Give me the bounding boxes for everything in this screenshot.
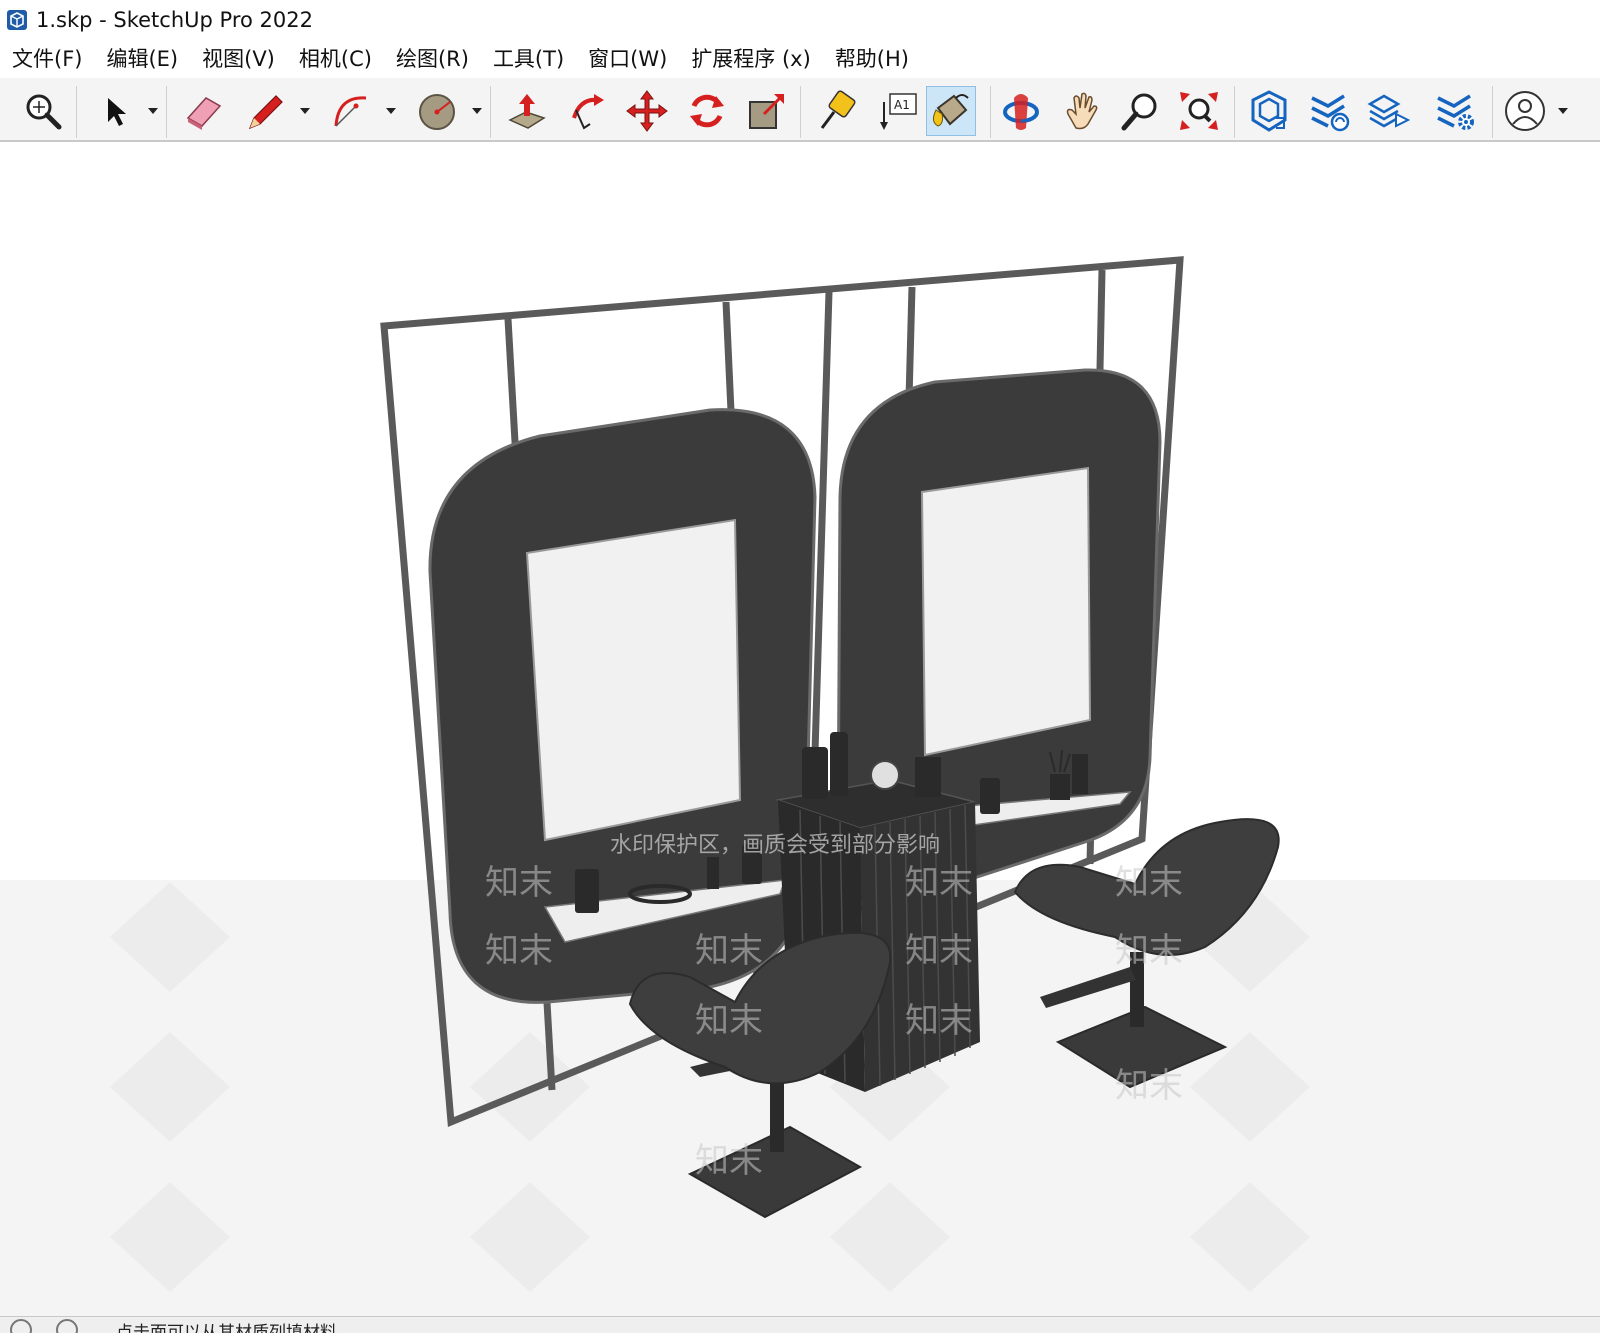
svg-text:知末: 知末 [695,931,763,971]
push-pull-button[interactable] [502,86,552,136]
tape-measure-icon [820,90,856,129]
svg-text:知末: 知末 [1115,931,1183,971]
circle-icon [419,94,455,130]
right-mirror [920,466,1092,757]
status-bar: 点击面可以从其材质列填材料 [0,1316,1600,1333]
scale-icon [749,94,784,129]
toolbar-separator [76,86,77,138]
move-icon [626,90,668,132]
send-to-layout-button[interactable] [1364,86,1414,136]
menu-view[interactable]: 视图(V) [190,40,287,78]
menu-draw[interactable]: 绘图(R) [384,40,481,78]
svg-text:知末: 知末 [1115,863,1183,903]
paint-bucket-icon [932,94,969,127]
menu-bar: 文件(F) 编辑(E) 视图(V) 相机(C) 绘图(R) 工具(T) 窗口(W… [0,40,1600,78]
arc-icon [334,96,367,127]
account-button[interactable] [1500,86,1550,136]
follow-me-button[interactable] [562,86,612,136]
svg-text:知末: 知末 [485,863,553,903]
toolbar-separator [490,86,491,138]
pencil-line-icon [248,95,283,130]
chevron-down-icon[interactable] [298,106,312,116]
select-button[interactable] [90,86,140,136]
model-viewport[interactable]: 水印保护区，画质会受到部分影响 知末 知末 知末 知末 知末 知末 知末 知末 … [0,142,1600,1316]
eraser-button[interactable] [178,86,228,136]
window-title: 1.skp - SketchUp Pro 2022 [36,8,313,32]
paint-bucket-button[interactable] [926,86,976,136]
menu-window[interactable]: 窗口(W) [576,40,679,78]
tape-measure-button[interactable] [812,86,862,136]
pan-button[interactable] [1056,86,1106,136]
svg-text:知末: 知末 [485,931,553,971]
eraser-icon [186,97,222,130]
follow-me-icon [572,94,604,130]
warehouse-icon [1251,90,1287,132]
svg-text:知末: 知末 [905,1001,973,1041]
rotate-icon [690,94,724,128]
account-icon [1505,91,1545,131]
move-button[interactable] [622,86,672,136]
pan-icon [1066,92,1098,130]
zoom-button[interactable] [1116,86,1166,136]
svg-text:知末: 知末 [695,1141,763,1181]
svg-text:A1: A1 [894,98,910,112]
extension-warehouse-button[interactable] [1304,86,1354,136]
sketchup-logo-icon [7,10,27,30]
orbit-button[interactable] [996,86,1046,136]
status-message: 点击面可以从其材质列填材料 [116,1323,337,1333]
extension-warehouse-icon [1311,94,1350,132]
toolbar-separator [1234,86,1235,138]
menu-file[interactable]: 文件(F) [0,40,94,78]
chevron-down-icon[interactable] [470,106,484,116]
menu-tools[interactable]: 工具(T) [481,40,576,78]
toolbar-separator [800,86,801,138]
svg-text:知末: 知末 [1115,1066,1183,1106]
watermark-banner: 水印保护区，画质会受到部分影响 [610,833,940,858]
zoom-icon [1121,93,1157,131]
orbit-icon [1003,94,1039,130]
extension-manager-button[interactable] [1430,86,1480,136]
extension-manager-icon [1437,94,1474,130]
title-bar: 1.skp - SketchUp Pro 2022 [0,0,1600,40]
chevron-down-icon[interactable] [1556,106,1570,116]
arc-tool-button[interactable] [326,86,376,136]
zoom-window-button[interactable] [1174,86,1224,136]
geo-location-icon[interactable] [10,1319,32,1333]
zoom-extents-button[interactable] [18,86,68,136]
text-tool-button[interactable]: A1 [872,86,922,136]
menu-camera[interactable]: 相机(C) [287,40,384,78]
text-icon: A1 [880,93,917,130]
credits-icon[interactable] [56,1319,78,1333]
menu-extensions[interactable]: 扩展程序 (x) [679,40,823,78]
menu-edit[interactable]: 编辑(E) [94,40,190,78]
toolbar-separator [166,86,167,138]
push-pull-icon [508,94,546,129]
line-tool-button[interactable] [240,86,290,136]
select-icon [108,98,126,126]
chevron-down-icon[interactable] [384,106,398,116]
circle-tool-button[interactable] [412,86,462,136]
model-scene[interactable]: 水印保护区，画质会受到部分影响 知末 知末 知末 知末 知末 知末 知末 知末 … [0,142,1600,1316]
rotate-button[interactable] [682,86,732,136]
3d-warehouse-button[interactable] [1244,86,1294,136]
layout-send-icon [1367,94,1411,128]
zoom-extents-icon [26,94,62,130]
chevron-down-icon[interactable] [146,106,160,116]
left-mirror [525,518,742,842]
zoom-window-icon [1180,92,1218,130]
scale-button[interactable] [742,86,792,136]
toolbar: A1 [0,78,1600,142]
toolbar-separator [990,86,991,138]
toolbar-separator [1492,86,1493,138]
svg-text:知末: 知末 [695,1001,763,1041]
menu-help[interactable]: 帮助(H) [823,40,921,78]
svg-text:知末: 知末 [905,931,973,971]
svg-text:知末: 知末 [905,863,973,903]
